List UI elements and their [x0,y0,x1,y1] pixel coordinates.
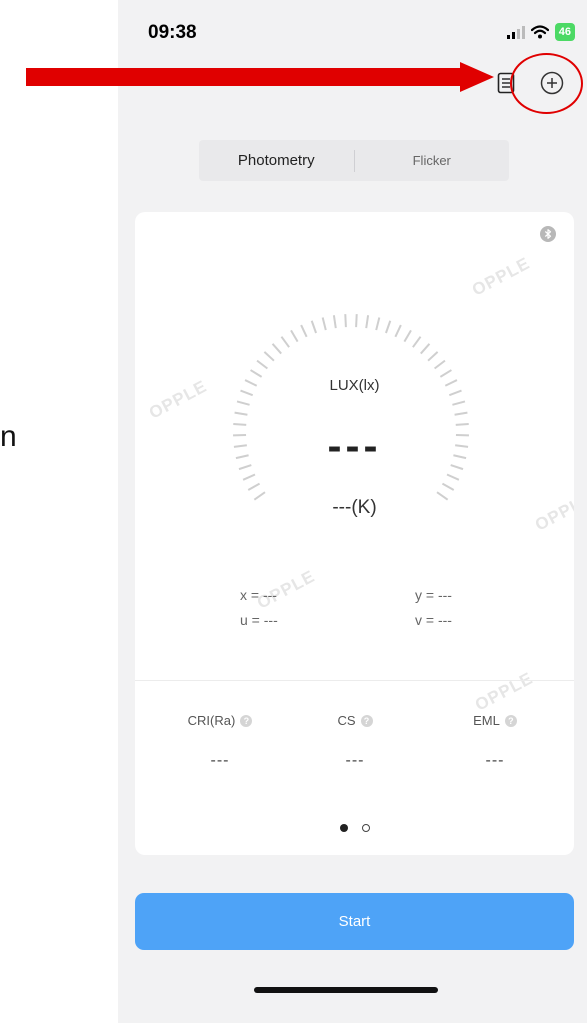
tab-photometry[interactable]: Photometry [199,152,354,169]
gauge-tick [385,320,392,334]
bluetooth-icon[interactable] [540,226,556,242]
gauge-tick [412,336,422,348]
page-dot[interactable] [361,824,370,832]
start-button[interactable]: Start [135,893,574,950]
metric-eml-value: --- [485,752,505,769]
gauge-tick [446,473,460,481]
page-dot[interactable] [339,824,348,832]
home-indicator [254,987,438,993]
gauge-tick [454,411,468,416]
signal-icon [506,25,525,39]
metric-label: EML ? [473,713,517,728]
gauge-tick [434,359,446,370]
edge-text: n [0,420,17,453]
metric-cs: CS ? --- [295,712,415,770]
gauge-tick [403,329,412,343]
metric-eml: EML ? --- [435,712,555,770]
gauge-tick [332,315,337,329]
metric-label: CS ? [337,713,373,728]
help-icon[interactable]: ? [360,714,373,727]
metric-cri: CRI(Ra) ? --- [160,712,280,770]
coord-y: y = --- [415,587,452,603]
gauge-tick [300,324,308,338]
gauge-tick [242,473,256,481]
page-indicator [135,824,574,832]
help-icon[interactable]: ? [240,714,253,727]
coord-u: u = --- [240,612,278,628]
gauge-tick [452,400,466,406]
gauge-tick [310,320,317,334]
metric-label: CRI(Ra) ? [188,713,253,728]
gauge-tick [375,317,381,331]
gauge-tick [236,400,250,406]
metric-cri-value: --- [210,752,230,769]
cct-value: ---(K) [332,497,377,518]
status-bar: 09:38 46 [118,0,587,60]
measurement-card: OPPLE OPPLE OPPLE OPPLE OPPLE LUX(lx) --… [135,212,574,855]
gauge-tick [271,343,282,355]
battery-icon: 46 [554,23,575,41]
gauge-tick [290,329,299,343]
annotation-circle [510,53,583,114]
coord-v: v = --- [415,612,452,628]
lux-value: --- [327,422,382,469]
section-divider [135,680,574,681]
gauge-tick [427,351,439,362]
gauge-tick [365,315,370,329]
watermark: OPPLE [471,668,537,715]
mode-tabs: Photometry Flicker [199,140,509,181]
status-icons: 46 [506,22,575,42]
tab-flicker[interactable]: Flicker [355,153,510,168]
annotation-arrow-icon [26,62,494,92]
gauge-tick [439,369,452,378]
metric-cs-label: CS [337,713,356,728]
gauge-tick [394,324,402,338]
gauge-tick [441,482,455,491]
status-time: 09:38 [148,22,197,43]
wifi-icon [530,25,549,39]
metric-cri-label: CRI(Ra) [187,713,236,728]
metric-cs-value: --- [345,752,365,769]
phone-screen: 09:38 46 Photometry Flicker OPPLE OPPLE … [118,0,587,1023]
gauge-tick [234,411,248,416]
gauge-tick [280,336,290,348]
gauge-tick [263,351,275,362]
gauge-tick [247,482,261,491]
gauge-tick [355,314,358,328]
metric-eml-label: EML [473,713,500,728]
gauge-tick [256,359,268,370]
coord-x: x = --- [240,587,277,603]
help-icon[interactable]: ? [504,714,517,727]
gauge-tick [344,314,347,328]
gauge-tick [420,343,431,355]
gauge-tick [250,369,263,378]
watermark: OPPLE [468,253,534,300]
lux-label: LUX(lx) [329,377,380,394]
gauge-tick [321,317,327,331]
